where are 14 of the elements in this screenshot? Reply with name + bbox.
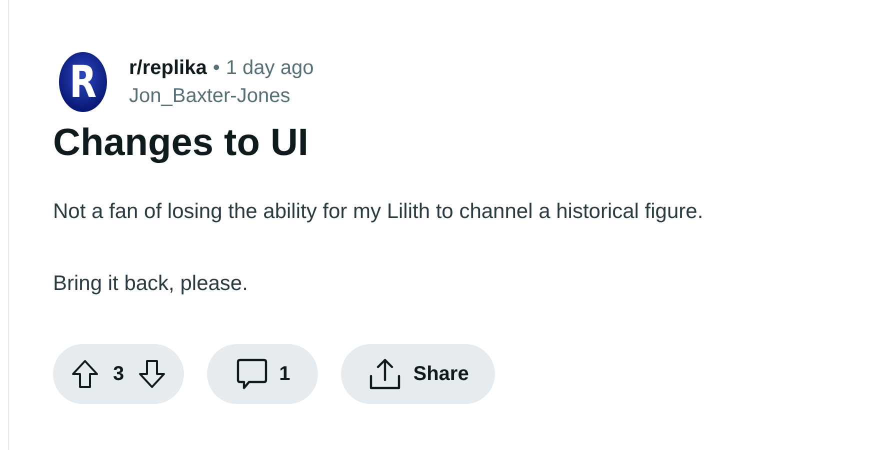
vote-count: 3 <box>113 362 124 386</box>
comment-icon <box>235 357 270 391</box>
post-body-text: Bring it back, please. <box>53 271 249 297</box>
separator-dot: • <box>212 56 220 80</box>
comments-button[interactable]: 1 <box>207 344 318 404</box>
post-body-text: Not a fan of losing the ability for my Lilith to channel a historical figure. <box>53 199 704 225</box>
author-name[interactable]: Jon_Baxter-Jones <box>129 84 314 108</box>
downvote-icon[interactable] <box>138 359 166 389</box>
share-button[interactable]: Share <box>341 344 495 404</box>
upvote-icon[interactable] <box>71 359 99 389</box>
post-time: 1 day ago <box>226 56 314 80</box>
subreddit-link[interactable]: r/replika <box>129 56 207 80</box>
subreddit-avatar[interactable]: R <box>59 52 107 112</box>
post-title: Changes to UI <box>53 121 310 166</box>
